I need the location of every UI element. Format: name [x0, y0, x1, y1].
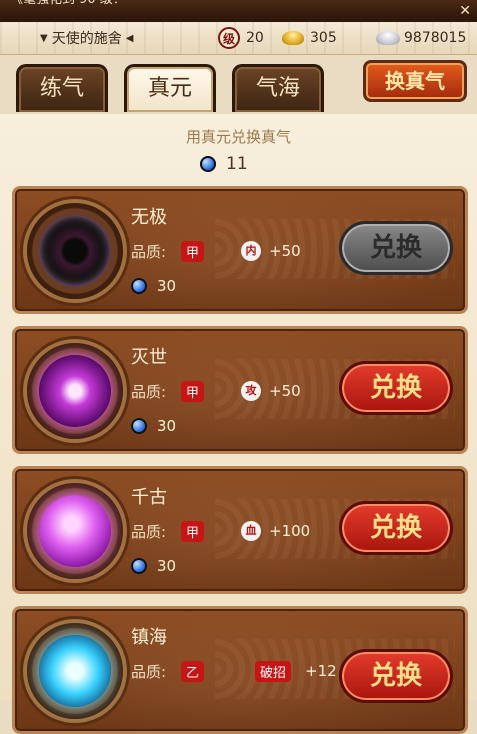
resource-bar: ▼ 天使的施舍 ◀ 级 20 305 9878015 — [0, 22, 477, 55]
triangle-left-icon: ◀ — [125, 32, 134, 44]
item-emblem — [27, 343, 123, 439]
item-emblem — [27, 483, 123, 579]
item-cost: 30 — [131, 417, 176, 435]
cost-value: 30 — [157, 557, 177, 575]
stat-tag: 破招 — [255, 661, 292, 682]
quality-label: 品质: — [131, 523, 167, 541]
item-cost: 30 — [131, 277, 176, 295]
tab-bar: 练气 真元 气海 换真气 — [0, 54, 477, 114]
notice-bar: 《毫强化到 90 级！ ✕ — [0, 0, 477, 24]
tab-lianqi[interactable]: 练气 — [16, 64, 108, 112]
stat-value: +100 — [269, 522, 311, 540]
zhenhai-emblem-icon — [39, 635, 111, 707]
quality-badge: 乙 — [181, 661, 205, 682]
exchange-hint: 用真元兑换真气 — [185, 128, 291, 146]
mieshi-emblem-icon — [39, 355, 111, 427]
stat-type-icon: 攻 — [241, 381, 261, 401]
gold-display: 305 — [282, 26, 337, 50]
stat-type-icon: 内 — [241, 241, 261, 261]
item-emblem — [27, 203, 123, 299]
cost-value: 30 — [157, 277, 177, 295]
item-card-zhenhai: 镇海 品质: 乙 破招 +12 兑换 — [12, 606, 468, 734]
zhenyuan-balance: 11 — [200, 154, 248, 174]
blue-orb-icon — [131, 278, 147, 294]
stat-value: +50 — [269, 382, 301, 400]
gold-ingot-icon — [282, 31, 304, 45]
exchange-button[interactable]: 兑换 — [339, 221, 453, 275]
item-name: 镇海 — [131, 627, 167, 648]
blue-orb-icon — [131, 558, 147, 574]
quality-badge: 甲 — [181, 381, 205, 402]
server-name: 天使的施舍 — [51, 31, 122, 47]
stat-type-icon: 血 — [241, 521, 261, 541]
item-name: 千古 — [131, 487, 167, 508]
quality-label: 品质: — [131, 663, 167, 681]
item-card-qiangu: 千古 品质: 甲 血 +100 30 兑换 — [12, 466, 468, 594]
wuji-emblem-icon — [39, 215, 111, 287]
item-cost: 30 — [131, 557, 176, 575]
exchange-button[interactable]: 兑换 — [339, 361, 453, 415]
quality-badge: 甲 — [181, 241, 205, 262]
silver-ingot-icon — [376, 31, 400, 45]
balance-value: 11 — [226, 154, 248, 174]
quality-badge: 甲 — [181, 521, 205, 542]
quality-label: 品质: — [131, 383, 167, 401]
tab-zhenyuan[interactable]: 真元 — [124, 64, 216, 112]
silver-value: 9878015 — [404, 30, 467, 46]
server-selector[interactable]: ▼ 天使的施舍 ◀ — [40, 26, 133, 50]
exchange-button[interactable]: 兑换 — [339, 649, 453, 703]
exchange-button[interactable]: 兑换 — [339, 501, 453, 555]
level-value: 20 — [246, 30, 264, 46]
item-name: 无极 — [131, 207, 167, 228]
qiangu-emblem-icon — [39, 495, 111, 567]
item-emblem — [27, 623, 123, 719]
item-name: 灭世 — [131, 347, 167, 368]
blue-orb-icon — [200, 156, 216, 172]
exchange-qi-button[interactable]: 换真气 — [363, 60, 467, 102]
stat-value: +50 — [269, 242, 301, 260]
notice-text: 《毫强化到 90 级！ — [10, 0, 126, 11]
exchange-panel: 用真元兑换真气 11 无极 品质: 甲 内 +50 30 兑换 灭世 品质: 甲… — [0, 114, 477, 734]
silver-display: 9878015 — [376, 26, 466, 50]
item-card-wuji: 无极 品质: 甲 内 +50 30 兑换 — [12, 186, 468, 314]
blue-orb-icon — [131, 418, 147, 434]
cost-value: 30 — [157, 417, 177, 435]
item-card-mieshi: 灭世 品质: 甲 攻 +50 30 兑换 — [12, 326, 468, 454]
triangle-down-icon: ▼ — [40, 32, 48, 44]
level-display: 级 20 — [218, 26, 264, 50]
level-badge-icon: 级 — [218, 27, 240, 49]
gold-value: 305 — [310, 30, 337, 46]
close-icon[interactable]: ✕ — [459, 0, 471, 22]
tab-qihai[interactable]: 气海 — [232, 64, 324, 112]
stat-value: +12 — [305, 662, 337, 680]
quality-label: 品质: — [131, 243, 167, 261]
